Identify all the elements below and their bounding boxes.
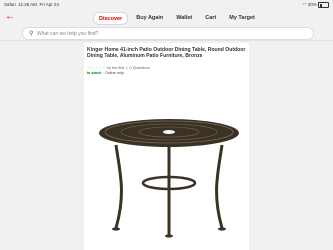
chevron-left-icon[interactable]: ← [5, 10, 15, 24]
search-placeholder: What can we help you find? [37, 31, 99, 37]
table-leg-right [215, 144, 224, 229]
search-icon: ⚲ [29, 31, 34, 37]
tab-my-target[interactable]: My Target [224, 12, 260, 25]
stock-detail: · Online only [102, 71, 124, 75]
review-link[interactable]: be the first [107, 66, 125, 70]
tab-wallet[interactable]: Wallet [171, 12, 197, 25]
date-label: Fri Apr 24 [39, 2, 59, 7]
rating-row[interactable]: ☆☆☆☆☆ be the first | 0 Questions [87, 65, 150, 70]
tab-buy-again[interactable]: Buy Again [131, 12, 168, 25]
tab-discover[interactable]: Discover [93, 12, 129, 25]
tab-bar: Discover Buy Again Wallet Cart My Target [93, 12, 260, 25]
battery-icon [318, 2, 329, 8]
time-label: 11:25 AM [18, 2, 37, 7]
umbrella-hole [163, 130, 175, 134]
top-nav: ← Discover Buy Again Wallet Cart My Targ… [0, 10, 333, 25]
in-stock-label: In stock [87, 71, 102, 75]
search-input[interactable]: ⚲ What can we help you find? [22, 27, 314, 40]
table-leg-left [114, 144, 123, 229]
tab-cart[interactable]: Cart [200, 12, 221, 25]
divider [0, 40, 333, 41]
status-right: ◠ 20% [303, 2, 329, 8]
stock-status: In stock · Online only [87, 71, 124, 75]
product-card: Kinger Home 41-inch Patio Outdoor Dining… [84, 43, 249, 250]
table-foot-right [218, 227, 226, 231]
status-left: Safari 11:25 AM Fri Apr 24 [4, 2, 59, 7]
table-foot-left [112, 227, 120, 231]
wifi-icon: ◠ [302, 2, 307, 8]
table-foot-center [165, 234, 173, 238]
carrier-label: Safari [4, 2, 16, 7]
star-rating-icon: ☆☆☆☆☆ [87, 66, 106, 70]
battery-percent: 20% [307, 2, 317, 8]
product-image[interactable] [94, 113, 244, 243]
product-title: Kinger Home 41-inch Patio Outdoor Dining… [87, 47, 246, 59]
status-bar: Safari 11:25 AM Fri Apr 24 ◠ 20% [0, 0, 333, 10]
questions-link[interactable]: 0 Questions [130, 66, 150, 70]
